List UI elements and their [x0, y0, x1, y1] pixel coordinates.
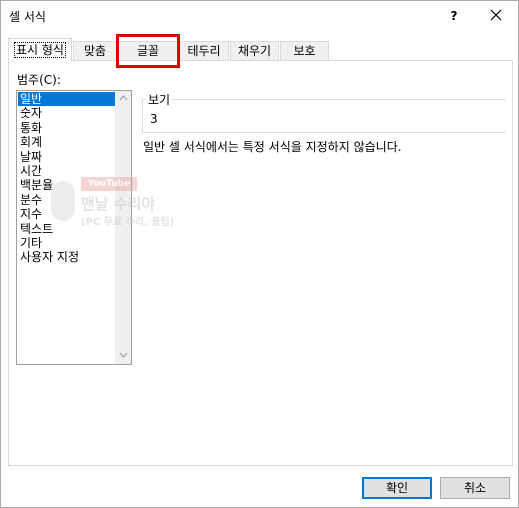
close-button[interactable] — [483, 5, 509, 27]
tab-label: 채우기 — [237, 44, 272, 58]
tab-number-format[interactable]: 표시 형식 — [8, 38, 72, 61]
category-item-accounting[interactable]: 회계 — [18, 135, 115, 149]
tab-fill[interactable]: 채우기 — [230, 41, 279, 60]
tab-label: 테두리 — [187, 44, 221, 58]
dialog-title: 셀 서식 — [9, 10, 46, 24]
category-item-special[interactable]: 기타 — [18, 236, 115, 250]
category-item-custom[interactable]: 사용자 지정 — [18, 250, 115, 264]
category-label: 범주(C): — [17, 73, 61, 87]
format-cells-dialog: 셀 서식 ? 표시 형식 맞춤 글꼴 테두리 채우기 보호 범주(C): 일반 … — [0, 0, 519, 508]
format-description: 일반 셀 서식에서는 특정 서식을 지정하지 않습니다. — [143, 140, 402, 154]
youtube-badge: YouTube — [81, 177, 137, 191]
watermark-title: 맨날 수리야 — [81, 195, 156, 213]
category-item-currency[interactable]: 통화 — [18, 121, 115, 135]
tab-label: 보호 — [293, 44, 316, 58]
scroll-down-icon[interactable] — [115, 348, 131, 364]
category-item-date[interactable]: 날짜 — [18, 150, 115, 164]
category-item-number[interactable]: 숫자 — [18, 106, 115, 120]
font-tab-highlight-box — [116, 34, 180, 68]
cancel-button[interactable]: 취소 — [440, 477, 510, 499]
scroll-up-icon[interactable] — [115, 91, 131, 107]
tab-protection[interactable]: 보호 — [280, 41, 329, 60]
tab-label: 맞춤 — [83, 44, 107, 58]
watermark-mascot-icon — [51, 181, 75, 221]
watermark: YouTube 맨날 수리야 (PC 무료 수리, 꿀팁) — [51, 171, 251, 231]
sample-group — [142, 99, 506, 133]
close-icon — [490, 9, 502, 21]
ok-button[interactable]: 확인 — [362, 477, 432, 499]
title-bar: 셀 서식 ? — [1, 1, 518, 31]
tab-border[interactable]: 테두리 — [179, 41, 229, 60]
watermark-subtitle: (PC 무료 수리, 꿀팁) — [81, 217, 175, 228]
sample-value: 3 — [150, 112, 158, 126]
sample-legend: 보기 — [146, 91, 173, 108]
tab-label: 표시 형식 — [14, 42, 66, 58]
category-item-general[interactable]: 일반 — [18, 92, 115, 107]
tab-alignment[interactable]: 맞춤 — [73, 41, 117, 60]
help-button[interactable]: ? — [441, 5, 467, 27]
